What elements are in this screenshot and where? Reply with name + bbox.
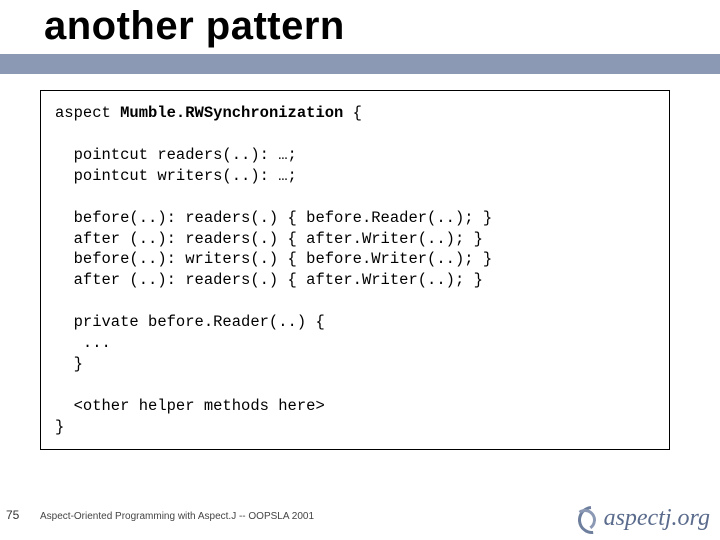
code-line: } [55, 418, 64, 436]
footer-text: Aspect-Oriented Programming with Aspect.… [40, 511, 314, 522]
code-line: <other helper methods here> [55, 397, 325, 415]
code-line: pointcut writers(..): …; [55, 167, 297, 185]
slide-number: 75 [6, 508, 19, 522]
code-line: before(..): writers(.) { before.Writer(.… [55, 250, 492, 268]
logo-text: aspectj.org [604, 505, 710, 532]
slide-title: another pattern [44, 4, 345, 49]
code-line: } [55, 355, 83, 373]
header-band [0, 54, 720, 74]
slide: another pattern aspect Mumble.RWSynchron… [0, 0, 720, 540]
code-bold: Mumble.RWSynchronization [120, 104, 343, 122]
code-line: ... [55, 334, 111, 352]
aspectj-logo: aspectj.org [572, 504, 710, 532]
code-kw: aspect [55, 104, 120, 122]
logo-swirl-icon [572, 504, 604, 532]
code-block: aspect Mumble.RWSynchronization { pointc… [40, 90, 670, 450]
code-content: aspect Mumble.RWSynchronization { pointc… [55, 103, 661, 438]
code-line: after (..): readers(.) { after.Writer(..… [55, 230, 483, 248]
code-line: private before.Reader(..) { [55, 313, 325, 331]
code-line: after (..): readers(.) { after.Writer(..… [55, 271, 483, 289]
code-line: before(..): readers(.) { before.Reader(.… [55, 209, 492, 227]
code-line: pointcut readers(..): …; [55, 146, 297, 164]
code-text: { [343, 104, 362, 122]
